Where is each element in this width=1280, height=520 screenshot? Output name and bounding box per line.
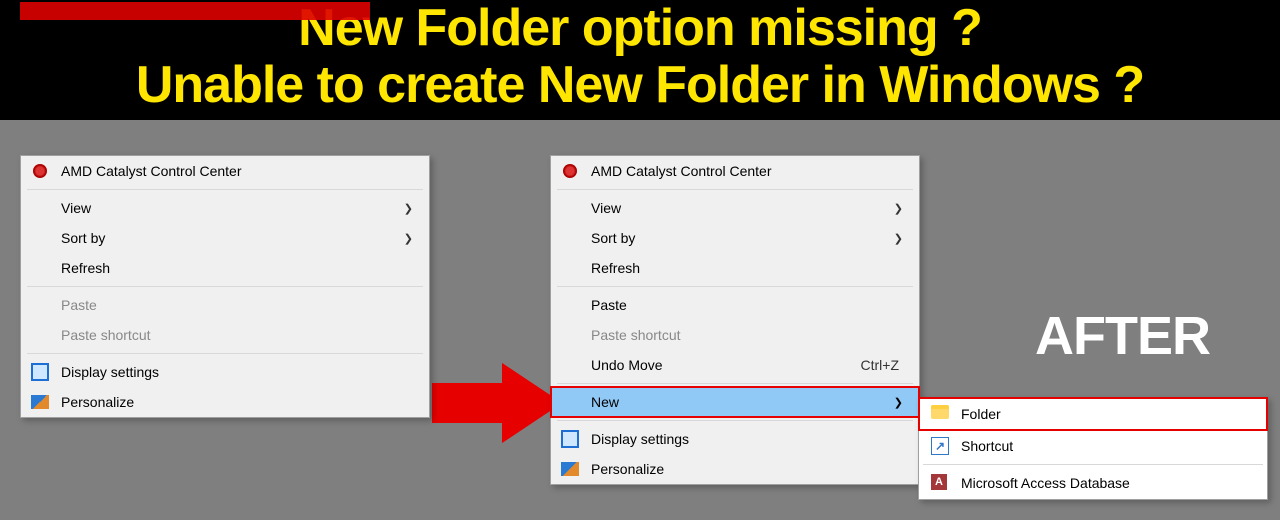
amd-icon (561, 162, 579, 180)
menu-item-new[interactable]: New ❯ (551, 387, 919, 417)
chevron-right-icon: ❯ (894, 232, 903, 245)
menu-item-refresh[interactable]: Refresh (551, 253, 919, 283)
separator (27, 286, 423, 287)
menu-item-label: Refresh (61, 260, 110, 276)
logo-placeholder (20, 2, 370, 20)
separator (557, 383, 913, 384)
menu-item-label: View (591, 200, 621, 216)
menu-item-label: Paste (591, 297, 627, 313)
menu-item-paste-shortcut: Paste shortcut (21, 320, 429, 350)
arrow-icon (432, 358, 562, 453)
separator (557, 189, 913, 190)
menu-item-label: Sort by (61, 230, 105, 246)
personalize-icon (561, 460, 579, 478)
submenu-item-label: Shortcut (961, 438, 1013, 454)
separator (557, 286, 913, 287)
menu-item-sortby[interactable]: Sort by ❯ (551, 223, 919, 253)
menu-item-label: Refresh (591, 260, 640, 276)
submenu-item-shortcut[interactable]: Shortcut (919, 430, 1267, 462)
menu-item-label: Display settings (591, 431, 689, 447)
submenu-new: Folder Shortcut Microsoft Access Databas… (918, 397, 1268, 500)
menu-item-label: View (61, 200, 91, 216)
submenu-item-folder[interactable]: Folder (919, 398, 1267, 430)
menu-item-label: Paste shortcut (591, 327, 681, 343)
menu-item-view[interactable]: View ❯ (21, 193, 429, 223)
menu-item-label: Display settings (61, 364, 159, 380)
amd-icon (31, 162, 49, 180)
context-menu-before: AMD Catalyst Control Center View ❯ Sort … (20, 155, 430, 418)
chevron-right-icon: ❯ (404, 202, 413, 215)
submenu-item-label: Microsoft Access Database (961, 475, 1130, 491)
personalize-icon (31, 393, 49, 411)
menu-item-label: Personalize (61, 394, 134, 410)
menu-item-label: Paste (61, 297, 97, 313)
banner-line-2: Unable to create New Folder in Windows ? (10, 57, 1270, 114)
submenu-item-access-db[interactable]: Microsoft Access Database (919, 467, 1267, 499)
menu-item-label: AMD Catalyst Control Center (61, 163, 242, 179)
separator (27, 353, 423, 354)
menu-item-paste: Paste (21, 290, 429, 320)
context-menu-after: AMD Catalyst Control Center View ❯ Sort … (550, 155, 920, 485)
menu-item-undo-move[interactable]: Undo Move Ctrl+Z (551, 350, 919, 380)
menu-item-display-settings[interactable]: Display settings (551, 424, 919, 454)
menu-item-label: Personalize (591, 461, 664, 477)
menu-item-label: New (591, 394, 619, 410)
menu-item-label: Sort by (591, 230, 635, 246)
menu-item-label: Undo Move (591, 357, 663, 373)
display-icon (31, 363, 49, 381)
menu-item-amd[interactable]: AMD Catalyst Control Center (551, 156, 919, 186)
folder-icon (931, 405, 949, 423)
menu-item-sortby[interactable]: Sort by ❯ (21, 223, 429, 253)
separator (557, 420, 913, 421)
menu-item-amd[interactable]: AMD Catalyst Control Center (21, 156, 429, 186)
menu-item-personalize[interactable]: Personalize (21, 387, 429, 417)
menu-item-paste[interactable]: Paste (551, 290, 919, 320)
chevron-right-icon: ❯ (404, 232, 413, 245)
menu-item-view[interactable]: View ❯ (551, 193, 919, 223)
display-icon (561, 430, 579, 448)
chevron-right-icon: ❯ (894, 202, 903, 215)
chevron-right-icon: ❯ (894, 396, 903, 409)
content-area: BEFORE AFTER AMD Catalyst Control Center… (0, 120, 1280, 510)
access-icon (931, 474, 949, 492)
shortcut-icon (931, 437, 949, 455)
separator (923, 464, 1263, 465)
menu-item-refresh[interactable]: Refresh (21, 253, 429, 283)
separator (27, 189, 423, 190)
menu-item-label: AMD Catalyst Control Center (591, 163, 772, 179)
menu-item-paste-shortcut: Paste shortcut (551, 320, 919, 350)
menu-item-label: Paste shortcut (61, 327, 151, 343)
menu-item-display-settings[interactable]: Display settings (21, 357, 429, 387)
menu-item-personalize[interactable]: Personalize (551, 454, 919, 484)
after-label: AFTER (1035, 305, 1210, 367)
submenu-item-label: Folder (961, 406, 1001, 422)
keyboard-shortcut: Ctrl+Z (861, 357, 904, 373)
